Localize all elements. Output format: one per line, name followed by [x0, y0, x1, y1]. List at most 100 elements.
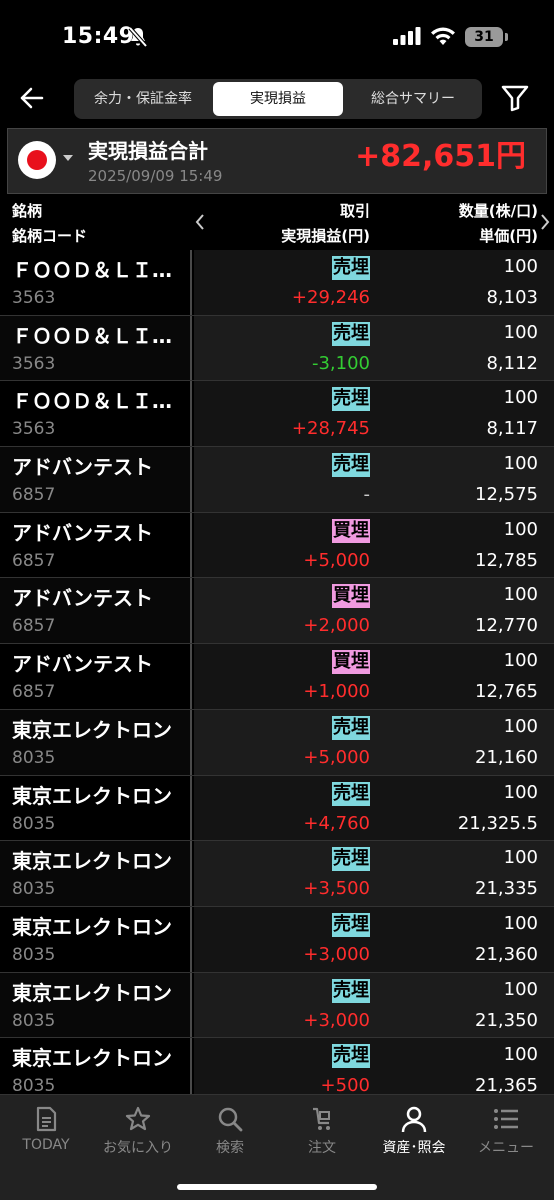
realized-pnl: +2,000 [303, 615, 370, 637]
row-detail-cell: 売埋 - 100 12,575 [194, 447, 554, 512]
stock-name: 東京エレクトロン [12, 914, 172, 939]
table-row[interactable]: ＦＯＯＤ＆ＬＩ… 3563 売埋 +29,246 100 8,103 [0, 250, 554, 316]
table-row[interactable]: アドバンテスト 6857 売埋 - 100 12,575 [0, 447, 554, 513]
chevron-left-icon[interactable] [194, 213, 206, 231]
bell-off-icon [128, 26, 148, 48]
filter-icon[interactable] [500, 83, 530, 113]
table-row[interactable]: アドバンテスト 6857 買埋 +1,000 100 12,765 [0, 644, 554, 710]
quantity: 100 [503, 387, 538, 409]
realized-pnl: -3,100 [311, 352, 370, 374]
row-stock-cell: 東京エレクトロン 8035 [0, 972, 192, 1038]
trade-type-badge: 売埋 [332, 781, 370, 806]
segment-tabs: 余力・保証金率 実現損益 総合サマリー [74, 79, 482, 119]
trade-type-badge: 買埋 [332, 584, 370, 609]
stock-code: 8035 [12, 879, 56, 900]
row-stock-cell: 東京エレクトロン 8035 [0, 906, 192, 972]
quantity: 100 [503, 321, 538, 343]
stock-code: 8035 [12, 747, 56, 768]
quantity: 100 [503, 1044, 538, 1066]
row-detail-cell: 買埋 +2,000 100 12,770 [194, 578, 554, 644]
table-row[interactable]: 東京エレクトロン 8035 売埋 +4,760 100 21,325.5 [0, 775, 554, 842]
tab-today-label: TODAY [22, 1137, 70, 1153]
table-row[interactable]: アドバンテスト 6857 買埋 +5,000 100 12,785 [0, 512, 554, 579]
stock-code: 6857 [12, 682, 56, 703]
unit-price: 12,770 [475, 615, 538, 637]
summary-amount: +82,651円 [355, 139, 526, 174]
tab-search-label: 検索 [216, 1140, 244, 1156]
japan-flag-icon[interactable] [18, 141, 56, 179]
chevron-right-icon[interactable] [539, 213, 551, 231]
tab-favorites-label: お気に入り [103, 1140, 173, 1156]
trade-type-badge: 売埋 [332, 978, 370, 1003]
stock-code: 8035 [12, 1076, 56, 1094]
table-row[interactable]: アドバンテスト 6857 買埋 +2,000 100 12,770 [0, 578, 554, 645]
tab-realized-pnl[interactable]: 実現損益 [213, 82, 343, 116]
summary-date: 2025/09/09 15:49 [88, 167, 223, 185]
quantity: 100 [503, 584, 538, 606]
realized-pnl: +500 [320, 1075, 370, 1094]
table-row[interactable]: 東京エレクトロン 8035 売埋 +3,000 100 21,360 [0, 906, 554, 973]
row-stock-cell: アドバンテスト 6857 [0, 512, 192, 578]
row-stock-cell: アドバンテスト 6857 [0, 578, 192, 644]
header-trade: 取引 [339, 202, 370, 220]
row-detail-cell: 売埋 +5,000 100 21,160 [194, 709, 554, 775]
header-quantity: 数量(株/口) [458, 202, 538, 220]
tab-favorites[interactable]: お気に入り [92, 1095, 184, 1165]
tab-search[interactable]: 検索 [184, 1095, 276, 1165]
table-row[interactable]: 東京エレクトロン 8035 売埋 +3,000 100 21,350 [0, 972, 554, 1039]
row-stock-cell: アドバンテスト 6857 [0, 644, 192, 709]
realized-pnl: +4,760 [303, 812, 370, 834]
unit-price: 21,160 [475, 746, 538, 768]
realized-pnl-summary: 実現損益合計 2025/09/09 15:49 +82,651円 [7, 128, 547, 194]
tab-menu[interactable]: メニュー [460, 1095, 552, 1165]
tab-assets-label: 資産･照会 [382, 1140, 446, 1156]
tab-summary[interactable]: 総合サマリー [348, 82, 478, 116]
row-detail-cell: 買埋 +1,000 100 12,765 [194, 644, 554, 709]
trade-type-badge: 売埋 [332, 715, 370, 740]
row-stock-cell: アドバンテスト 6857 [0, 447, 192, 512]
quantity: 100 [503, 453, 538, 475]
back-arrow-icon[interactable] [18, 84, 46, 112]
stock-name: ＦＯＯＤ＆ＬＩ… [12, 258, 172, 282]
row-stock-cell: ＦＯＯＤ＆ＬＩ… 3563 [0, 315, 192, 381]
unit-price: 21,365 [475, 1075, 538, 1094]
stock-name: 東京エレクトロン [12, 717, 172, 742]
quantity: 100 [503, 256, 538, 277]
home-indicator[interactable] [177, 1184, 377, 1190]
tab-order[interactable]: 注文 [276, 1095, 368, 1165]
cart-icon [313, 1107, 330, 1130]
row-detail-cell: 売埋 +3,000 100 21,350 [194, 972, 554, 1038]
unit-price: 12,785 [475, 549, 538, 571]
row-stock-cell: ＦＯＯＤ＆ＬＩ… 3563 [0, 381, 192, 447]
table-header: 銘柄 銘柄コード 取引 実現損益(円) 数量(株/口) 単価(円) [0, 196, 554, 250]
table-row[interactable]: ＦＯＯＤ＆ＬＩ… 3563 売埋 +28,745 100 8,117 [0, 381, 554, 448]
realized-pnl: +3,000 [303, 943, 370, 965]
header-unit-price: 単価(円) [479, 227, 538, 245]
row-stock-cell: 東京エレクトロン 8035 [0, 775, 192, 841]
summary-title: 実現損益合計 [88, 139, 208, 163]
trade-type-badge: 買埋 [332, 650, 370, 675]
row-detail-cell: 売埋 +500 100 21,365 [194, 1038, 554, 1094]
stock-name: ＦＯＯＤ＆ＬＩ… [12, 323, 172, 348]
table-row[interactable]: ＦＯＯＤ＆ＬＩ… 3563 売埋 -3,100 100 8,112 [0, 315, 554, 382]
tab-today[interactable]: TODAY [0, 1095, 92, 1165]
chevron-down-icon[interactable] [63, 155, 73, 161]
unit-price: 21,350 [475, 1009, 538, 1031]
unit-price: 8,117 [486, 418, 538, 440]
table-row[interactable]: 東京エレクトロン 8035 売埋 +500 100 21,365 [0, 1038, 554, 1094]
table-row[interactable]: 東京エレクトロン 8035 売埋 +5,000 100 21,160 [0, 709, 554, 776]
row-stock-cell: 東京エレクトロン 8035 [0, 709, 192, 775]
realized-pnl: +28,745 [291, 418, 370, 440]
row-detail-cell: 買埋 +5,000 100 12,785 [194, 512, 554, 578]
row-stock-cell: 東京エレクトロン 8035 [0, 1038, 192, 1094]
tab-assets[interactable]: 資産･照会 [368, 1095, 460, 1165]
table-row[interactable]: 東京エレクトロン 8035 売埋 +3,500 100 21,335 [0, 841, 554, 907]
header-stock: 銘柄 [12, 202, 43, 220]
unit-price: 21,360 [475, 943, 538, 965]
tab-menu-label: メニュー [478, 1140, 534, 1156]
status-time: 15:49 [62, 24, 135, 49]
unit-price: 12,575 [475, 484, 538, 506]
wifi-icon [431, 27, 455, 45]
tab-margin[interactable]: 余力・保証金率 [78, 82, 208, 116]
realized-pnl: - [363, 484, 371, 506]
